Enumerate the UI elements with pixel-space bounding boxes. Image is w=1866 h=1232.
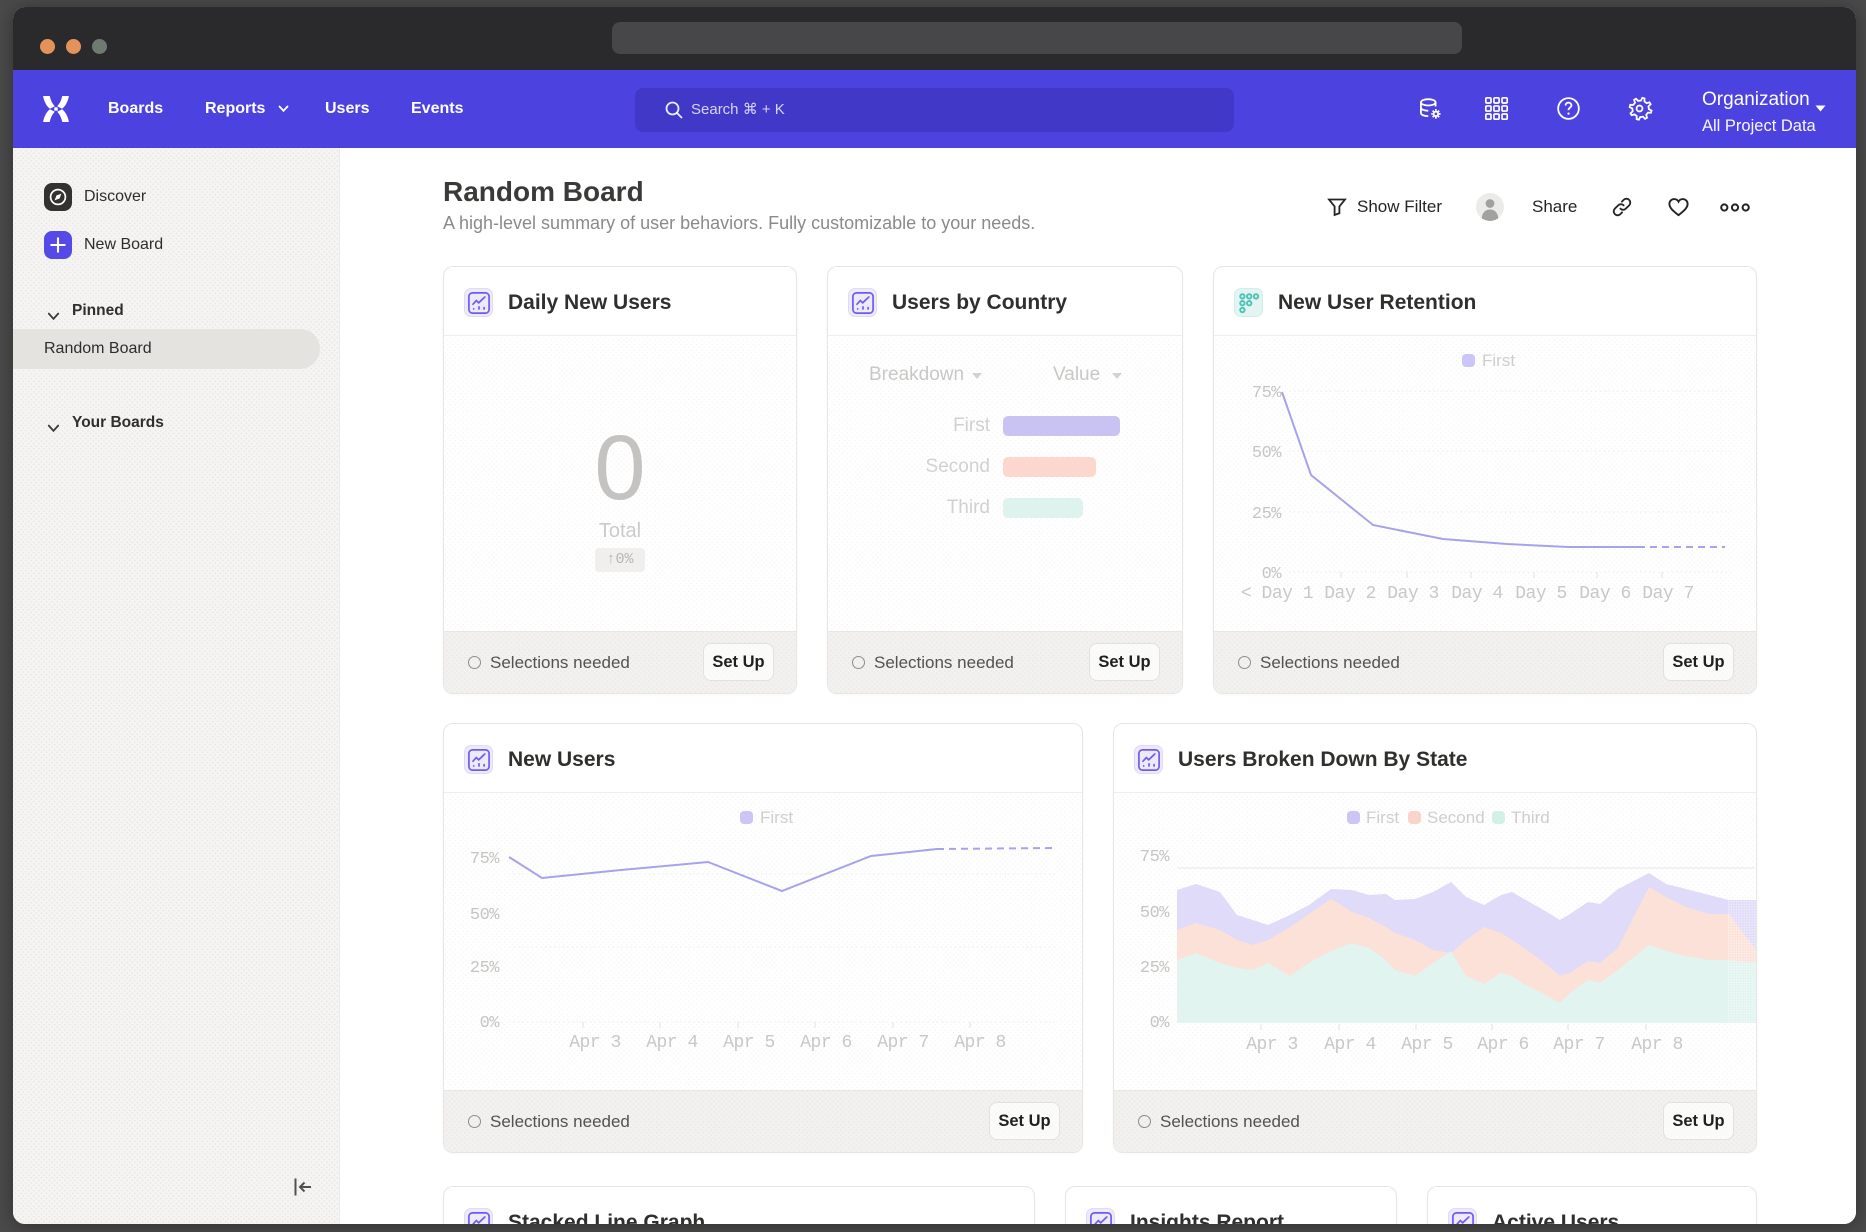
svg-text:First: First [760, 808, 793, 827]
svg-text:Apr 4: Apr 4 [646, 1033, 698, 1053]
svg-text:Day 2: Day 2 [1324, 584, 1376, 604]
svg-text:0%: 0% [1262, 565, 1283, 584]
svg-text:0%: 0% [1150, 1014, 1171, 1033]
svg-text:Apr 6: Apr 6 [800, 1033, 852, 1053]
svg-text:< Day 1: < Day 1 [1241, 584, 1313, 604]
svg-text:First: First [1366, 808, 1399, 827]
svg-text:Day 7: Day 7 [1642, 584, 1694, 604]
svg-text:Day 4: Day 4 [1451, 584, 1503, 604]
svg-text:Day 5: Day 5 [1515, 584, 1567, 604]
svg-text:Apr 3: Apr 3 [1246, 1035, 1298, 1055]
svg-text:75%: 75% [1140, 848, 1170, 867]
svg-text:25%: 25% [1140, 959, 1170, 978]
svg-text:Apr 3: Apr 3 [569, 1033, 621, 1053]
svg-text:0%: 0% [480, 1014, 501, 1033]
svg-text:75%: 75% [470, 850, 500, 869]
svg-text:Apr 7: Apr 7 [1553, 1035, 1605, 1055]
svg-text:Apr 6: Apr 6 [1477, 1035, 1529, 1055]
svg-text:Apr 7: Apr 7 [877, 1033, 929, 1053]
svg-text:Apr 5: Apr 5 [723, 1033, 775, 1053]
svg-text:50%: 50% [470, 906, 500, 925]
svg-text:Apr 4: Apr 4 [1324, 1035, 1376, 1055]
svg-text:50%: 50% [1252, 444, 1282, 463]
svg-text:Day 3: Day 3 [1387, 584, 1439, 604]
svg-text:Second: Second [1427, 808, 1485, 827]
svg-text:75%: 75% [1252, 384, 1282, 403]
svg-text:Apr 8: Apr 8 [1631, 1035, 1683, 1055]
svg-text:25%: 25% [1252, 505, 1282, 524]
svg-text:Day 6: Day 6 [1579, 584, 1631, 604]
svg-text:50%: 50% [1140, 904, 1170, 923]
svg-text:Apr 5: Apr 5 [1401, 1035, 1453, 1055]
svg-text:Apr 8: Apr 8 [954, 1033, 1006, 1053]
svg-text:First: First [1482, 351, 1515, 370]
svg-text:Third: Third [1511, 808, 1550, 827]
svg-text:25%: 25% [470, 959, 500, 978]
